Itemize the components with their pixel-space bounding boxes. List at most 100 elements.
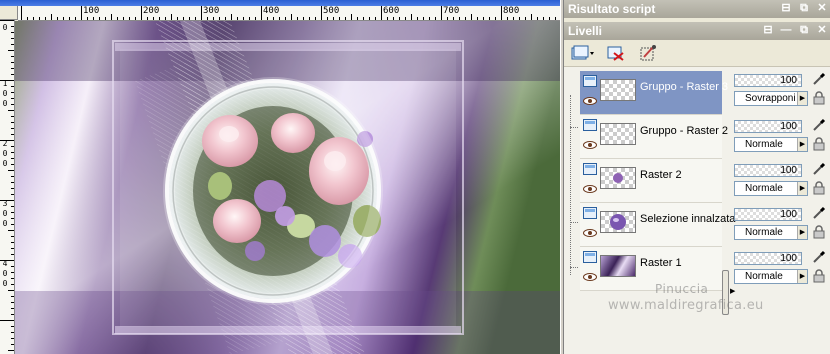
lock-icon[interactable]: [812, 269, 826, 283]
ruler-tick: [11, 326, 14, 327]
paint-brush-icon[interactable]: [812, 72, 826, 86]
ruler-tick: [11, 86, 14, 87]
opacity-slider[interactable]: 100: [734, 164, 802, 177]
ruler-tick: [11, 38, 14, 39]
ruler-tick: [165, 17, 166, 20]
watermark-url: www.maldiregrafica.eu: [608, 298, 764, 313]
ruler-tick: [129, 17, 130, 20]
ruler-tick: [249, 17, 250, 20]
pin-icon[interactable]: ⊟: [780, 1, 792, 15]
ruler-tick: [11, 74, 14, 75]
ruler-tick: [471, 14, 472, 20]
layer-row[interactable]: Raster 2: [580, 159, 722, 203]
blend-mode-value: Normale: [745, 271, 783, 282]
eye-icon[interactable]: [583, 229, 597, 237]
ruler-label: 700: [443, 6, 460, 16]
ruler-tick: [11, 332, 14, 333]
ruler-tick: [531, 14, 532, 20]
paint-brush-icon[interactable]: [812, 118, 826, 132]
ruler-label: 0: [2, 89, 8, 98]
layer-row[interactable]: Selezione innalzata: [580, 203, 735, 247]
layer-row[interactable]: Gruppo - Raster 2: [580, 115, 728, 159]
ruler-tick: [309, 17, 310, 20]
eye-icon[interactable]: [583, 273, 597, 281]
lock-icon[interactable]: [812, 137, 826, 151]
ruler-tick: [189, 17, 190, 20]
blend-mode-select[interactable]: Normale ▶: [734, 225, 808, 240]
opacity-value: 100: [780, 209, 797, 220]
ruler-label: 4: [2, 259, 8, 268]
lock-icon[interactable]: [812, 225, 826, 239]
image-canvas[interactable]: [15, 21, 560, 354]
layer-visibility-icon[interactable]: [583, 207, 597, 219]
ruler-label: 100: [83, 6, 100, 16]
ruler-label: 600: [383, 6, 400, 16]
ruler-tick: [8, 170, 14, 171]
delete-layer-button[interactable]: [606, 43, 626, 63]
new-layer-button[interactable]: [570, 43, 596, 63]
ruler-tick: [555, 17, 556, 20]
layer-visibility-icon[interactable]: [583, 251, 597, 263]
ruler-tick: [93, 17, 94, 20]
eye-icon[interactable]: [583, 141, 597, 149]
ruler-tick: [213, 17, 214, 20]
blend-mode-select[interactable]: Normale ▶: [734, 137, 808, 152]
ruler-tick: [39, 17, 40, 20]
close-icon[interactable]: ✕: [816, 23, 828, 37]
paint-brush-icon[interactable]: [812, 162, 826, 176]
ruler-tick: [11, 182, 14, 183]
ruler-tick: [207, 17, 208, 20]
ruler-tick: [417, 17, 418, 20]
new-layer-icon: [571, 45, 594, 60]
minimize-icon[interactable]: —: [780, 23, 792, 37]
paint-brush-icon[interactable]: [812, 206, 826, 220]
ruler-tick: [507, 17, 508, 20]
mask-button[interactable]: [638, 43, 658, 63]
blend-mode-select[interactable]: Normale ▶: [734, 181, 808, 196]
eye-icon[interactable]: [583, 185, 597, 193]
ruler-tick: [255, 17, 256, 20]
restore-icon[interactable]: ⧉: [798, 23, 810, 37]
blend-mode-select[interactable]: Sovrapponi ▶: [734, 91, 808, 106]
delete-layer-icon: [607, 46, 624, 61]
ruler-label: 400: [263, 6, 280, 16]
layer-visibility-icon[interactable]: [583, 119, 597, 131]
ruler-label: 0: [2, 159, 8, 168]
script-output-panel-title[interactable]: Risultato script ⊟ ⧉ ✕: [564, 0, 830, 18]
pin-icon[interactable]: ⊟: [762, 23, 774, 37]
layers-panel-title[interactable]: Livelli ⊟ — ⧉ ✕: [564, 22, 830, 40]
dropdown-arrow-icon: ▶: [797, 92, 807, 105]
ruler-tick: [11, 242, 14, 243]
ruler-tick: [11, 296, 14, 297]
ruler-tick: [99, 17, 100, 20]
opacity-value: 100: [780, 121, 797, 132]
tree-connector: [570, 267, 578, 269]
eye-icon[interactable]: [583, 97, 597, 105]
opacity-value: 100: [780, 253, 797, 264]
vertical-ruler: 0100200300400: [0, 20, 15, 354]
ruler-tick: [87, 17, 88, 20]
ruler-tick: [195, 17, 196, 20]
close-icon[interactable]: ✕: [816, 1, 828, 15]
lock-icon[interactable]: [812, 91, 826, 105]
ruler-corner: [0, 6, 18, 20]
layer-thumbnail: [600, 211, 636, 233]
opacity-slider[interactable]: 100: [734, 74, 802, 87]
opacity-slider[interactable]: 100: [734, 252, 802, 265]
layer-visibility-icon[interactable]: [583, 163, 597, 175]
restore-icon[interactable]: ⧉: [798, 1, 810, 15]
ruler-tick: [11, 92, 14, 93]
layer-name: Gruppo - Raster 3: [640, 81, 729, 93]
paint-brush-icon[interactable]: [812, 250, 826, 264]
ruler-tick: [435, 17, 436, 20]
ruler-tick: [183, 17, 184, 20]
layer-visibility-icon[interactable]: [583, 75, 597, 87]
opacity-slider[interactable]: 100: [734, 120, 802, 133]
opacity-slider[interactable]: 100: [734, 208, 802, 221]
expand-arrow-icon[interactable]: ▶: [730, 287, 735, 295]
layer-row[interactable]: Gruppo - Raster 3: [580, 71, 728, 115]
lock-icon[interactable]: [812, 181, 826, 195]
ruler-tick: [75, 17, 76, 20]
ruler-tick: [11, 338, 14, 339]
blend-mode-select[interactable]: Normale ▶: [734, 269, 808, 284]
